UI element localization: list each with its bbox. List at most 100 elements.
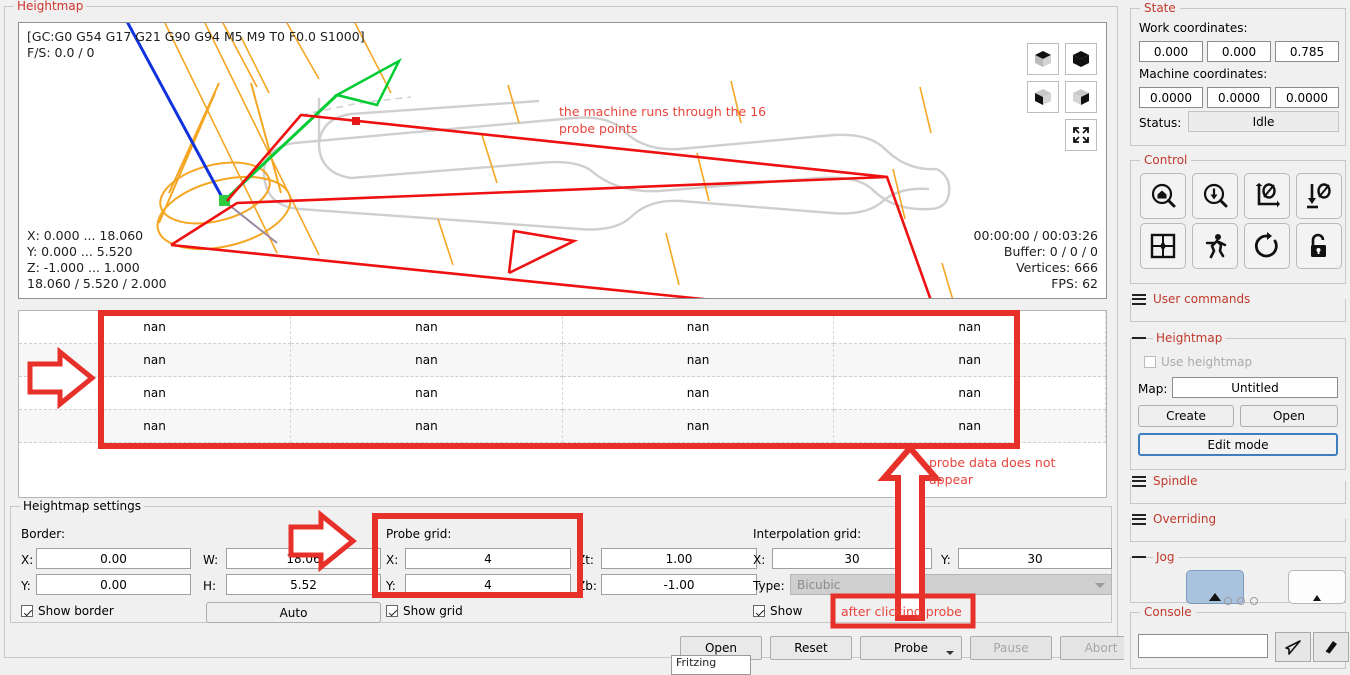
probe-zb-input[interactable]: -1.00	[601, 574, 757, 595]
map-label: Map:	[1138, 382, 1167, 396]
send-icon	[1284, 638, 1302, 656]
show-border-checkbox[interactable]: Show border	[21, 604, 114, 618]
open-map-button[interactable]: Open	[1240, 405, 1338, 427]
splitter-handle[interactable]	[1224, 597, 1258, 605]
table-cell[interactable]: nan	[291, 311, 563, 344]
border-w-input[interactable]: 18.06	[226, 548, 381, 569]
probe-grid-y-label: Y:	[386, 579, 396, 593]
auto-button[interactable]: Auto	[206, 602, 381, 623]
heightmap-table: nannannannannannannannannannannannannann…	[19, 311, 1106, 443]
expanded-icon	[1132, 556, 1146, 558]
pause-button-label: Pause	[993, 641, 1028, 655]
toolpath-render	[19, 23, 1106, 298]
table-cell[interactable]: nan	[19, 344, 291, 377]
interp-x-input[interactable]: 30	[772, 548, 932, 569]
interp-y-input[interactable]: 30	[958, 548, 1112, 569]
heightmap-sidebar-header[interactable]: Heightmap	[1132, 331, 1225, 345]
jog-header[interactable]: Jog	[1132, 550, 1178, 564]
border-y-input[interactable]: 0.00	[36, 574, 191, 595]
table-cell[interactable]: nan	[562, 311, 834, 344]
table-cell[interactable]: nan	[834, 311, 1106, 344]
top-view-button[interactable]	[1065, 81, 1097, 113]
isometric-view-button[interactable]	[1027, 43, 1059, 75]
interp-type-select[interactable]: Bicubic	[790, 574, 1112, 595]
home-search-button[interactable]	[1140, 173, 1186, 219]
table-cell[interactable]: nan	[19, 377, 291, 410]
table-cell[interactable]: nan	[562, 410, 834, 443]
table-cell[interactable]: nan	[834, 377, 1106, 410]
map-name-input[interactable]: Untitled	[1172, 377, 1338, 398]
probe-grid-label: Probe grid:	[386, 527, 451, 541]
console-clear-button[interactable]	[1313, 632, 1349, 662]
table-row[interactable]: nannannannan	[19, 344, 1106, 377]
user-commands-body	[1130, 299, 1346, 322]
table-cell[interactable]: nan	[562, 344, 834, 377]
reset-button[interactable]	[1244, 223, 1290, 269]
show-border-label: Show border	[38, 604, 114, 618]
probe-grid-y-input[interactable]: 4	[405, 574, 571, 595]
probe-zt-input[interactable]: 1.00	[601, 548, 757, 569]
control-panel-title: Control	[1140, 153, 1191, 167]
reset-button[interactable]: Reset	[770, 636, 852, 660]
taskbar-item-fritzing[interactable]: Fritzing	[671, 655, 751, 675]
gcode-state-text: [GC:G0 G54 G17 G21 G90 G94 M5 M9 T0 F0.0…	[27, 29, 365, 61]
show-grid-check-box	[386, 605, 398, 617]
table-cell[interactable]: nan	[19, 311, 291, 344]
run-button[interactable]	[1192, 223, 1238, 269]
table-cell[interactable]: nan	[291, 377, 563, 410]
console-input[interactable]	[1138, 634, 1268, 658]
cube-dark-icon	[1071, 49, 1091, 69]
safe-position-button[interactable]	[1140, 223, 1186, 269]
work-y-field[interactable]: 0.000	[1207, 41, 1271, 62]
console-send-button[interactable]	[1275, 632, 1311, 662]
probe-search-button[interactable]	[1192, 173, 1238, 219]
probe-button[interactable]: Probe	[860, 636, 962, 660]
border-h-input[interactable]: 5.52	[226, 574, 381, 595]
border-x-label: X:	[21, 553, 33, 567]
front-view-button[interactable]	[1065, 43, 1097, 75]
down-magnifier-icon	[1201, 182, 1229, 210]
table-row[interactable]: nannannannan	[19, 410, 1106, 443]
triangle-up-small-icon	[1313, 595, 1321, 601]
create-map-button[interactable]: Create	[1138, 405, 1234, 427]
table-cell[interactable]: nan	[562, 377, 834, 410]
annotation-probe-points: the machine runs through the 16 probe po…	[559, 103, 766, 137]
machine-x-field: 0.0000	[1139, 87, 1203, 108]
work-z-field[interactable]: 0.785	[1275, 41, 1339, 62]
show-interp-checkbox[interactable]: Show	[753, 604, 802, 618]
show-grid-label: Show grid	[403, 604, 463, 618]
fit-view-button[interactable]	[1065, 119, 1097, 151]
control-panel: Control	[1130, 160, 1346, 284]
chevron-down-icon	[946, 651, 954, 655]
zero-z-button[interactable]	[1296, 173, 1342, 219]
machine-y-field: 0.0000	[1207, 87, 1271, 108]
probe-grid-x-label: X:	[386, 553, 398, 567]
heightmap-panel-title: Heightmap	[14, 0, 86, 13]
table-cell[interactable]: nan	[834, 410, 1106, 443]
interp-type-value: Bicubic	[797, 578, 840, 592]
work-x-field[interactable]: 0.000	[1139, 41, 1203, 62]
left-view-button[interactable]	[1027, 81, 1059, 113]
show-grid-checkbox[interactable]: Show grid	[386, 604, 463, 618]
table-cell[interactable]: nan	[19, 410, 291, 443]
edit-mode-button[interactable]: Edit mode	[1138, 433, 1338, 456]
border-x-input[interactable]: 0.00	[36, 548, 191, 569]
table-row[interactable]: nannannannan	[19, 377, 1106, 410]
table-row[interactable]: nannannannan	[19, 311, 1106, 344]
probe-grid-x-input[interactable]: 4	[405, 548, 571, 569]
table-cell[interactable]: nan	[834, 344, 1106, 377]
3d-viewport[interactable]: [GC:G0 G54 G17 G21 G90 G94 M5 M9 T0 F0.0…	[18, 22, 1107, 299]
runner-icon	[1201, 232, 1229, 260]
home-magnifier-icon	[1149, 182, 1177, 210]
refresh-icon	[1253, 232, 1281, 260]
annotation-after-probe: after clicking probe	[841, 603, 962, 620]
border-w-label: W:	[203, 553, 218, 567]
unlock-button[interactable]	[1296, 223, 1342, 269]
jog-up-fine-button[interactable]	[1288, 570, 1346, 604]
state-panel-title: State	[1140, 1, 1180, 15]
table-cell[interactable]: nan	[291, 344, 563, 377]
use-heightmap-checkbox[interactable]: Use heightmap	[1144, 355, 1252, 369]
triangle-up-icon	[1209, 593, 1221, 601]
zero-xy-button[interactable]	[1244, 173, 1290, 219]
table-cell[interactable]: nan	[291, 410, 563, 443]
